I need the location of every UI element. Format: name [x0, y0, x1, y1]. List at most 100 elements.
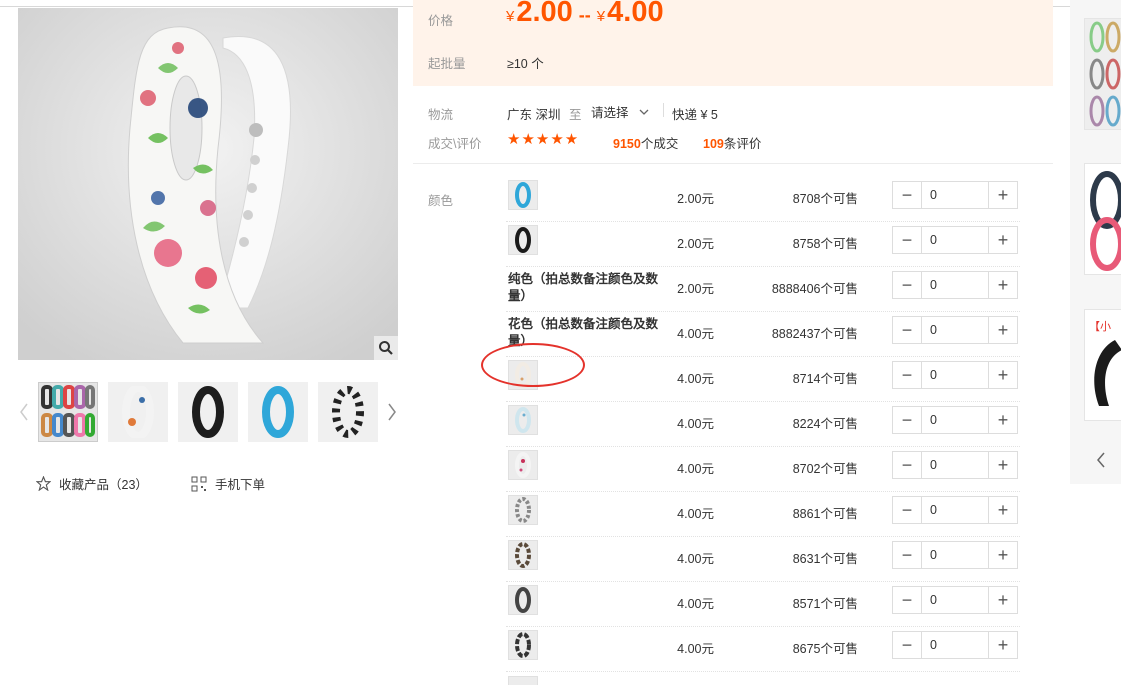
related-product-2[interactable]: [1084, 163, 1121, 275]
quantity-stepper: −0 +: [892, 586, 1018, 614]
thumbnail-3[interactable]: [178, 382, 238, 442]
related-product-1[interactable]: [1084, 18, 1121, 130]
shipping-fee: 快递 ¥ 5: [672, 108, 718, 122]
thumb-prev-button[interactable]: [16, 382, 32, 442]
sku-thumbnail[interactable]: [508, 495, 538, 525]
sku-stock: 8758个可售: [792, 237, 858, 251]
star-outline-icon: [36, 476, 51, 491]
sidebar-prev-button[interactable]: [1096, 450, 1106, 473]
sku-row: 4.00元 8675个可售 −0 +: [506, 626, 1020, 672]
related-product-3[interactable]: 【小: [1084, 309, 1121, 421]
thumbnail-image: [39, 383, 97, 441]
quantity-input[interactable]: 0: [922, 497, 988, 523]
quantity-stepper: −0 +: [892, 316, 1018, 344]
favorite-product-button[interactable]: 收藏产品（23）: [36, 474, 148, 493]
rating-stars: ★★★★★: [507, 131, 580, 148]
minus-icon[interactable]: −: [893, 542, 922, 568]
wristband-icon: [515, 542, 531, 568]
favorite-label: 收藏产品（23）: [59, 478, 148, 492]
plus-icon[interactable]: +: [988, 452, 1017, 478]
sku-price: 2.00元: [677, 237, 714, 251]
plus-icon[interactable]: +: [988, 362, 1017, 388]
plus-icon[interactable]: +: [988, 407, 1017, 433]
minus-icon[interactable]: −: [893, 362, 922, 388]
plus-icon[interactable]: +: [988, 227, 1017, 253]
deals-count[interactable]: 9150个成交: [613, 133, 678, 152]
thumbnail-1[interactable]: [38, 382, 98, 442]
reviews-count[interactable]: 109条评价: [703, 133, 761, 152]
sku-price: 4.00元: [677, 507, 714, 521]
quantity-input[interactable]: 0: [922, 452, 988, 478]
plus-icon[interactable]: +: [988, 317, 1017, 343]
quantity-input[interactable]: 0: [922, 632, 988, 658]
product-image: [1085, 164, 1121, 274]
sku-stock: 8675个可售: [792, 642, 858, 656]
sku-thumbnail[interactable]: [508, 630, 538, 660]
sku-price: 4.00元: [677, 327, 714, 341]
quantity-stepper: −0 +: [892, 451, 1018, 479]
qr-code-icon: [191, 476, 207, 491]
quantity-stepper: −0 +: [892, 496, 1018, 524]
quantity-input[interactable]: 0: [922, 362, 988, 388]
price-label: 价格: [428, 14, 454, 28]
chevron-left-icon: [1097, 452, 1105, 468]
sku-row: 4.00元 8702个可售 −0 +: [506, 446, 1020, 492]
minus-icon[interactable]: −: [893, 272, 922, 298]
sku-thumbnail-partial[interactable]: [508, 676, 538, 685]
sku-thumbnail[interactable]: [508, 225, 538, 255]
plus-icon[interactable]: +: [988, 632, 1017, 658]
sku-price: 4.00元: [677, 642, 714, 656]
sku-row: 4.00元 8571个可售 −0 +: [506, 581, 1020, 627]
sku-stock: 8888406个可售: [771, 282, 858, 296]
quantity-input[interactable]: 0: [922, 227, 988, 253]
plus-icon[interactable]: +: [988, 542, 1017, 568]
quantity-stepper: −0 +: [892, 361, 1018, 389]
logistics-to: 至: [569, 108, 582, 122]
quantity-input[interactable]: 0: [922, 182, 988, 208]
thumbnail-2[interactable]: [108, 382, 168, 442]
quantity-stepper: −0 +: [892, 226, 1018, 254]
sku-price: 4.00元: [677, 462, 714, 476]
quantity-input[interactable]: 0: [922, 272, 988, 298]
zoom-button[interactable]: [374, 336, 398, 360]
sku-stock: 8702个可售: [792, 462, 858, 476]
minus-icon[interactable]: −: [893, 407, 922, 433]
minus-icon[interactable]: −: [893, 632, 922, 658]
sku-stock: 8861个可售: [792, 507, 858, 521]
minus-icon[interactable]: −: [893, 182, 922, 208]
minus-icon[interactable]: −: [893, 497, 922, 523]
plus-icon[interactable]: +: [988, 182, 1017, 208]
color-label: 颜色: [428, 194, 454, 208]
plus-icon[interactable]: +: [988, 497, 1017, 523]
sku-thumbnail[interactable]: [508, 405, 538, 435]
sku-thumbnail[interactable]: [508, 540, 538, 570]
thumb-next-button[interactable]: [384, 382, 400, 442]
thumbnail-4[interactable]: [248, 382, 308, 442]
reviews-number: 109: [703, 137, 724, 151]
sku-row: 2.00元 8758个可售 −0 +: [506, 221, 1020, 267]
minus-icon[interactable]: −: [893, 317, 922, 343]
logistics-label: 物流: [428, 108, 454, 122]
minus-icon[interactable]: −: [893, 452, 922, 478]
divider: [663, 103, 664, 117]
plus-icon[interactable]: +: [988, 272, 1017, 298]
minus-icon[interactable]: −: [893, 227, 922, 253]
chevron-down-icon: [639, 109, 648, 115]
quantity-input[interactable]: 0: [922, 587, 988, 613]
quantity-input[interactable]: 0: [922, 317, 988, 343]
sku-name[interactable]: 纯色（拍总数备注颜色及数量）: [508, 271, 660, 305]
plus-icon[interactable]: +: [988, 587, 1017, 613]
thumbnail-5[interactable]: [318, 382, 378, 442]
sku-row: 4.00元 8631个可售 −0 +: [506, 536, 1020, 582]
sku-stock: 8631个可售: [792, 552, 858, 566]
sku-thumbnail[interactable]: [508, 450, 538, 480]
destination-select[interactable]: 请选择: [591, 102, 649, 121]
mobile-order-button[interactable]: 手机下单: [191, 474, 265, 493]
quantity-input[interactable]: 0: [922, 407, 988, 433]
sku-stock: 8224个可售: [792, 417, 858, 431]
sku-thumbnail[interactable]: [508, 180, 538, 210]
deals-number: 9150: [613, 137, 641, 151]
sku-thumbnail[interactable]: [508, 585, 538, 615]
minus-icon[interactable]: −: [893, 587, 922, 613]
quantity-input[interactable]: 0: [922, 542, 988, 568]
